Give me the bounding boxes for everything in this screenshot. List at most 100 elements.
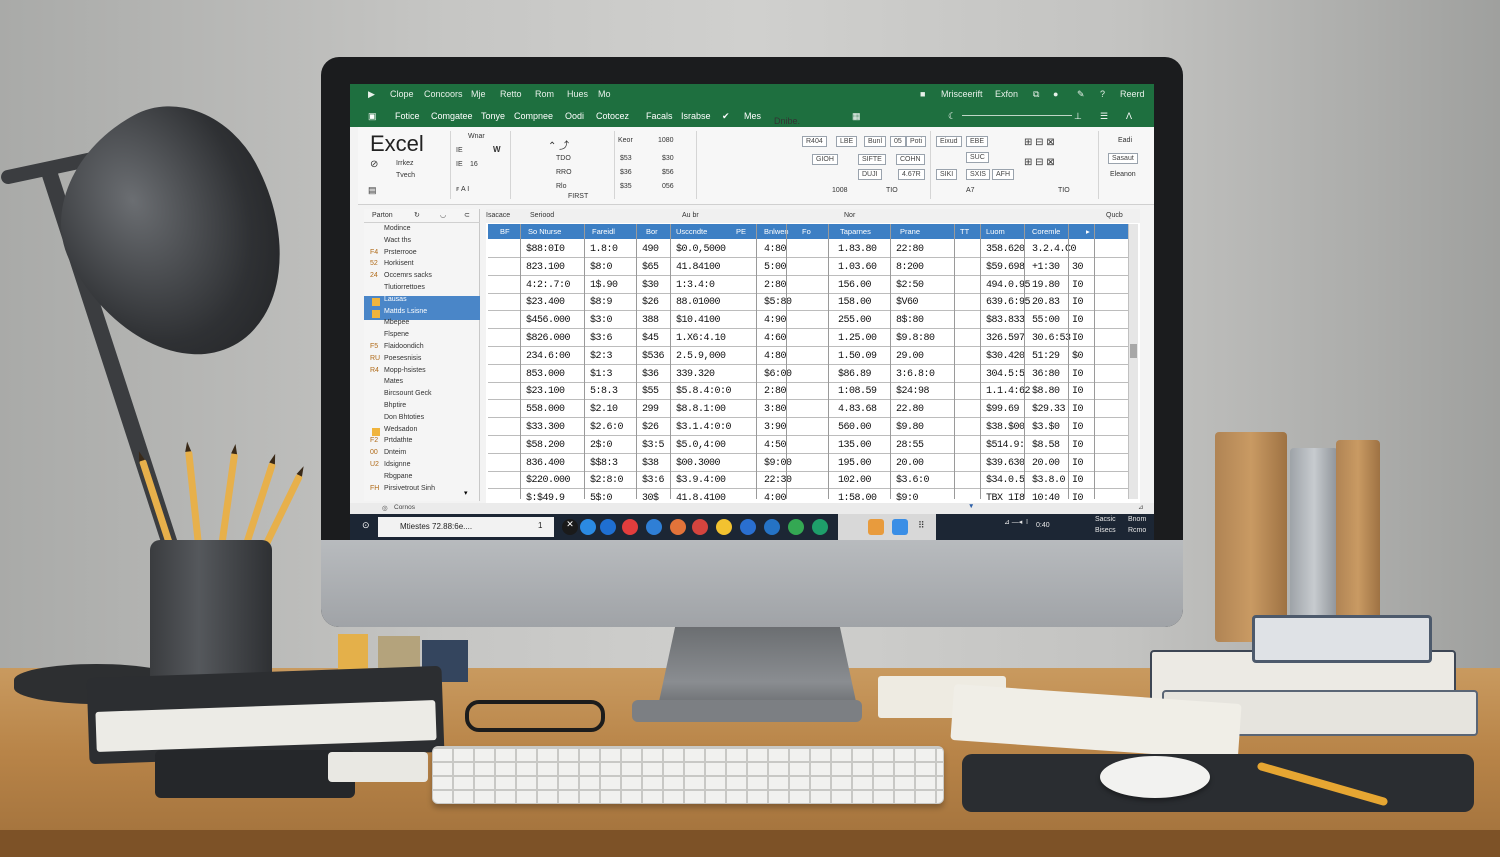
column-header[interactable]: So Nturse: [528, 227, 561, 236]
table-cell[interactable]: $65: [642, 262, 659, 273]
column-header[interactable]: Luom: [986, 227, 1005, 236]
table-cell[interactable]: $5.0,4:00: [676, 440, 726, 451]
table-cell[interactable]: $514.9:: [986, 440, 1025, 451]
table-cell[interactable]: 2.5.9,000: [676, 351, 726, 362]
style-box[interactable]: 4.67R: [898, 169, 925, 180]
table-cell[interactable]: $3.1.4:0:0: [676, 422, 732, 433]
table-cell[interactable]: $86.89: [838, 369, 872, 380]
comment-icon[interactable]: ●: [1053, 89, 1058, 99]
table-cell[interactable]: $1:3: [590, 369, 613, 380]
paste-icon[interactable]: ▤: [368, 185, 377, 196]
table-cell[interactable]: $0: [1072, 351, 1084, 362]
tab-review[interactable]: Cotocez: [596, 111, 629, 121]
shield-icon[interactable]: ◡: [440, 211, 446, 219]
table-cell[interactable]: 836.400: [526, 458, 565, 469]
table-cell[interactable]: 1.03.60: [838, 262, 877, 273]
clipboard-icon[interactable]: ⊘: [370, 159, 378, 170]
style-box[interactable]: Poti: [906, 136, 927, 147]
table-cell[interactable]: $3.$0: [1032, 422, 1060, 433]
table-cell[interactable]: +1:30: [1032, 262, 1060, 273]
table-cell[interactable]: $536: [642, 351, 665, 362]
style-box[interactable]: SUC: [966, 152, 989, 163]
table-cell[interactable]: 1:08.59: [838, 386, 877, 397]
table-cell[interactable]: $3.6:0: [896, 475, 930, 486]
table-cell[interactable]: $3:6: [590, 333, 613, 344]
style-box[interactable]: R404: [802, 136, 827, 147]
scroll-right-icon[interactable]: ▸: [1086, 227, 1090, 236]
table-cell[interactable]: I0: [1072, 315, 1084, 326]
ribbon-label[interactable]: 056: [662, 183, 674, 190]
table-cell[interactable]: $45: [642, 333, 659, 344]
heart-icon[interactable]: [622, 519, 638, 535]
table-cell[interactable]: 30.6:53: [1032, 333, 1071, 344]
store-icon[interactable]: [740, 519, 756, 535]
table-cell[interactable]: 22:80: [896, 244, 924, 255]
table-cell[interactable]: $826.000: [526, 333, 571, 344]
nav-item[interactable]: RU Poesesnisis: [364, 355, 480, 367]
table-cell[interactable]: $2:50: [896, 280, 924, 291]
table-cell[interactable]: 20.83: [1032, 297, 1060, 308]
table-cell[interactable]: 158.00: [838, 297, 872, 308]
tab-layout[interactable]: Tonye: [481, 111, 505, 121]
ribbon-label[interactable]: TIO: [1058, 187, 1070, 194]
table-cell[interactable]: $26: [642, 422, 659, 433]
list-icon[interactable]: ☰: [1100, 111, 1108, 122]
table-cell[interactable]: $99.69: [986, 404, 1020, 415]
table-cell[interactable]: 20.00: [1032, 458, 1060, 469]
table-cell[interactable]: 490: [642, 244, 659, 255]
tab-formulas[interactable]: Compnee: [514, 111, 553, 121]
scroll-down-icon[interactable]: ▾: [464, 489, 468, 497]
compass-icon[interactable]: [646, 519, 662, 535]
style-box[interactable]: Sasaut: [1108, 153, 1138, 164]
table-cell[interactable]: 4:90: [764, 315, 787, 326]
nav-item[interactable]: Bircsount Geck: [364, 390, 480, 402]
table-cell[interactable]: 558.000: [526, 404, 565, 415]
zoom-slider[interactable]: [962, 115, 1072, 116]
table-cell[interactable]: 823.100: [526, 262, 565, 273]
record-icon[interactable]: ◎: [382, 504, 388, 512]
nav-item[interactable]: Rbgpane: [364, 473, 480, 485]
table-cell[interactable]: $8.8.1:00: [676, 404, 726, 415]
table-cell[interactable]: 5:00: [764, 262, 787, 273]
table-cell[interactable]: 5:8.3: [590, 386, 618, 397]
table-cell[interactable]: $59.698: [986, 262, 1025, 273]
nav-item[interactable]: Lausas: [364, 295, 480, 308]
table-cell[interactable]: I0: [1072, 422, 1084, 433]
ribbon-label[interactable]: Eadi: [1118, 137, 1132, 144]
scroll-thumb[interactable]: [1130, 344, 1137, 358]
refresh-icon[interactable]: ↻: [414, 211, 420, 219]
table-cell[interactable]: $6:00: [764, 369, 792, 380]
close-icon[interactable]: ⊂: [464, 211, 470, 219]
table-cell[interactable]: $456.000: [526, 315, 571, 326]
table-cell[interactable]: 388: [642, 315, 659, 326]
border-icon[interactable]: ꜰ A I: [456, 185, 469, 193]
table-cell[interactable]: $V60: [896, 297, 919, 308]
tab-help[interactable]: Israbse: [681, 111, 711, 121]
nav-item[interactable]: F5 Flaidoondich: [364, 343, 480, 355]
table-cell[interactable]: 156.00: [838, 280, 872, 291]
paint-icon[interactable]: [670, 519, 686, 535]
font-label[interactable]: Wnar: [468, 133, 485, 140]
table-cell[interactable]: 358.620: [986, 244, 1025, 255]
table-cell[interactable]: I0: [1072, 475, 1084, 486]
table-cell[interactable]: $88:0I0: [526, 244, 565, 255]
chrome-icon[interactable]: [716, 519, 732, 535]
column-header[interactable]: BF: [500, 227, 510, 236]
help-icon[interactable]: ?: [1100, 89, 1105, 99]
table-cell[interactable]: 853.000: [526, 369, 565, 380]
style-box[interactable]: AFH: [992, 169, 1014, 180]
table-cell[interactable]: 4:60: [764, 333, 787, 344]
style-box[interactable]: EBE: [966, 136, 989, 147]
ribbon-label[interactable]: TDO: [556, 155, 571, 162]
table-cell[interactable]: $220.000: [526, 475, 571, 486]
style-box[interactable]: SIKI: [936, 169, 958, 180]
nav-item[interactable]: Modince: [364, 225, 480, 237]
table-cell[interactable]: I0: [1072, 386, 1084, 397]
draw-icon[interactable]: Ʌ: [1126, 111, 1132, 121]
table-cell[interactable]: 2:80: [764, 386, 787, 397]
table-cell[interactable]: $8.80: [1032, 386, 1060, 397]
tab-view[interactable]: Facals: [646, 111, 673, 121]
nav-item[interactable]: Wact ths: [364, 237, 480, 249]
table-cell[interactable]: 560.00: [838, 422, 872, 433]
style-box[interactable]: 05: [890, 136, 906, 147]
